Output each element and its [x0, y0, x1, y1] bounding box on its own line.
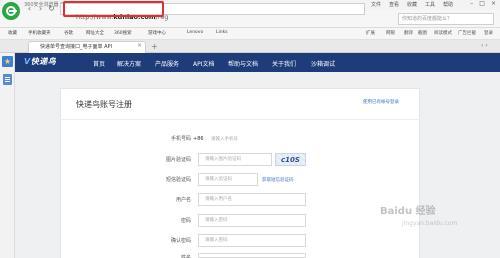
browser-logo-icon[interactable]	[2, 2, 20, 20]
refresh-icon[interactable]: ↻	[46, 4, 57, 14]
toolbar-reader-mode[interactable]: 阅读模式	[434, 30, 452, 36]
bookmark-mobile[interactable]: 手机收藏夹	[28, 30, 51, 36]
nav-sandbox[interactable]: 沙箱调试	[311, 59, 335, 68]
password-label: 密码	[180, 218, 191, 224]
star-icon[interactable]: ★	[2, 56, 13, 67]
phone-label: 手机号码	[170, 136, 191, 142]
tab-scroll-icon[interactable]: ‹ ›	[481, 42, 488, 49]
menu-tools[interactable]: 工具	[425, 1, 435, 8]
confirm-password-input[interactable]	[198, 234, 306, 247]
nav-about[interactable]: 关于我们	[272, 59, 296, 68]
sms-code-input[interactable]	[198, 173, 258, 186]
toolbar-bank[interactable]: 网银	[386, 30, 395, 36]
divider	[60, 119, 420, 120]
sms-code-label: 短信验证码	[165, 177, 191, 183]
confirm-password-label: 确认密码	[170, 238, 191, 244]
window-controls: – □ ×	[470, 0, 496, 7]
minimize-icon[interactable]: –	[470, 0, 473, 7]
baidu-watermark: Baidu 经验	[380, 206, 436, 217]
browser-menu: 文件 查看 收藏 工具 帮助	[371, 1, 453, 8]
password-input[interactable]	[198, 214, 306, 227]
document-icon[interactable]	[3, 74, 12, 85]
forward-icon[interactable]: ›	[35, 4, 46, 14]
tab-close-icon[interactable]: ×	[137, 42, 142, 49]
bookmark-links[interactable]: Links	[216, 30, 228, 35]
url-highlight-box	[63, 1, 164, 17]
nav-help[interactable]: 帮助与文档	[228, 59, 258, 68]
captcha-image[interactable]: c10S	[275, 153, 306, 166]
new-tab-icon[interactable]: +	[151, 42, 158, 51]
maximize-icon[interactable]: □	[479, 0, 485, 7]
browser-search-placeholder: 你知道的百度都能么？	[402, 16, 453, 22]
back-icon[interactable]: ‹	[24, 4, 35, 14]
image-captcha-label: 图片验证码	[165, 157, 191, 163]
bookmark-game-center[interactable]: 游戏中心	[148, 30, 166, 36]
toolbar-ad-block[interactable]: 广告拦截	[458, 30, 476, 36]
logo-text: 快递鸟	[30, 57, 57, 66]
get-sms-code-button[interactable]: 获取短信验证码	[262, 177, 294, 183]
toolbar-extensions[interactable]: 扩展	[366, 30, 375, 36]
bookmark-favorites[interactable]: 收藏	[8, 30, 17, 36]
name-input[interactable]	[198, 253, 306, 258]
toolbar-login[interactable]: 登录	[484, 30, 493, 36]
bookmark-google[interactable]: 谷歌	[64, 30, 73, 36]
username-input[interactable]	[198, 193, 306, 206]
nav-api-docs[interactable]: API文档	[193, 59, 215, 68]
tab-title: 快递单号查询接口_电子面单 API	[40, 44, 113, 50]
bookmark-site-nav[interactable]: 网址大全	[86, 30, 104, 36]
menu-help[interactable]: 帮助	[443, 1, 453, 8]
existing-account-login-link[interactable]: 使用已有帐号登录	[363, 99, 399, 105]
menu-file[interactable]: 文件	[371, 1, 381, 8]
nav-products[interactable]: 产品服务	[155, 59, 179, 68]
username-label: 用户名	[175, 197, 191, 203]
site-logo[interactable]: V快递鸟	[24, 56, 56, 67]
baidu-watermark-url: jingyan.baidu.com	[402, 220, 458, 227]
toolbar-translate[interactable]: 翻译	[404, 30, 413, 36]
phone-prefix: +86	[193, 136, 204, 142]
nav-home[interactable]: 首页	[93, 59, 105, 68]
menu-favorites[interactable]: 收藏	[407, 1, 417, 8]
phone-input[interactable]	[205, 133, 306, 146]
menu-view[interactable]: 查看	[389, 1, 399, 8]
bookmark-360-search[interactable]: 360搜索	[114, 30, 132, 36]
bookmark-lenovo[interactable]: Lenovo	[187, 30, 203, 35]
logo-mark-icon: V	[24, 57, 31, 66]
name-label: 姓名	[180, 255, 191, 258]
close-window-icon[interactable]: ×	[491, 0, 496, 7]
page-title: 快递鸟账号注册	[76, 100, 132, 109]
nav-solutions[interactable]: 解决方案	[117, 59, 141, 68]
image-captcha-input[interactable]	[198, 153, 272, 166]
toolbar-screenshot[interactable]: 截图	[418, 30, 427, 36]
